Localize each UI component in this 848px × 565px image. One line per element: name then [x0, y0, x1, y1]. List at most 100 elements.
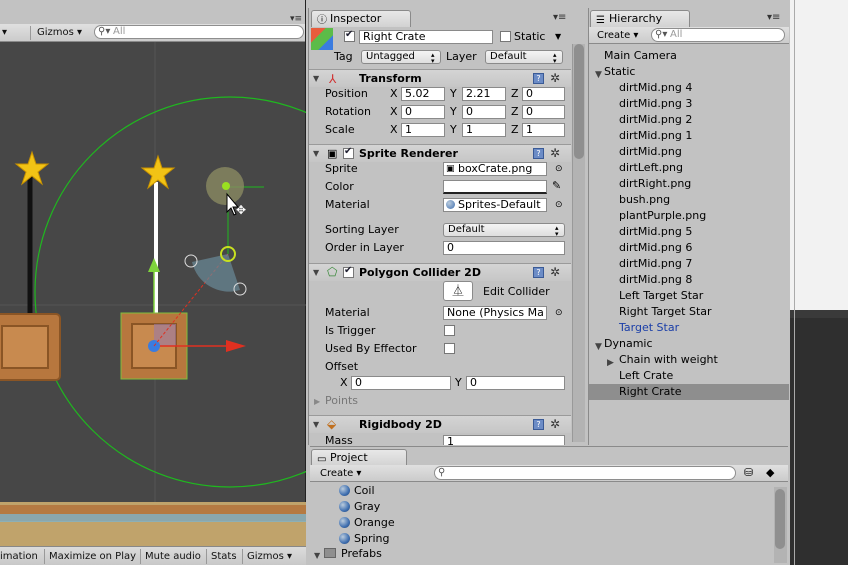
filter-by-type-icon[interactable]: ⛁ [744, 466, 753, 479]
folder-foldout-icon[interactable]: ▼ [314, 551, 320, 560]
y-axis-arrow-icon[interactable] [148, 258, 160, 272]
rotation-x-field[interactable]: 0 [401, 105, 445, 119]
gear-icon[interactable]: ✲ [550, 266, 560, 278]
collider-material-field[interactable]: None (Physics Ma [443, 306, 547, 320]
tab-inspector[interactable]: ⓘ Inspector [311, 10, 411, 27]
polygon-collider-header[interactable]: ▼ ⬠ Polygon Collider 2D ? ✲ [309, 263, 571, 281]
hierarchy-search-input[interactable]: ⚲▾ All [651, 28, 785, 42]
help-icon[interactable]: ? [533, 73, 544, 84]
offset-x-field[interactable]: 0 [351, 376, 451, 390]
help-icon[interactable]: ? [533, 419, 544, 430]
hierarchy-item[interactable]: plantPurple.png [589, 208, 789, 224]
project-item[interactable]: Orange [354, 516, 395, 530]
inspector-scrollbar-thumb[interactable] [574, 44, 584, 159]
help-icon[interactable]: ? [533, 148, 544, 159]
sorting-layer-dropdown[interactable]: Default [443, 223, 565, 237]
limit-handle[interactable] [184, 254, 198, 268]
hierarchy-item[interactable]: ▼ Dynamic [589, 336, 789, 352]
hierarchy-item[interactable]: dirtMid.png 5 [589, 224, 789, 240]
gizmos-dropdown[interactable]: Gizmos ▾ [30, 26, 82, 40]
layer-dropdown[interactable]: Default [485, 50, 563, 64]
filter-by-label-icon[interactable]: ◆ [766, 466, 774, 479]
hierarchy-item[interactable]: dirtRight.png [589, 176, 789, 192]
hierarchy-item[interactable]: Left Target Star [589, 288, 789, 304]
static-dropdown-icon[interactable]: ▼ [555, 30, 561, 44]
panel-menu-icon[interactable]: ▾≡ [767, 12, 780, 23]
hierarchy-item[interactable]: dirtMid.png 2 [589, 112, 789, 128]
hierarchy-item[interactable]: dirtMid.png 3 [589, 96, 789, 112]
x-axis-arrow-icon[interactable] [226, 340, 246, 352]
connected-anchor-handle[interactable] [222, 182, 230, 190]
hierarchy-item[interactable]: bush.png [589, 192, 789, 208]
panel-menu-icon[interactable]: ▾≡ [553, 12, 566, 23]
foldout-arrow-icon[interactable]: ▼ [313, 268, 319, 277]
scene-view[interactable]: ▾ Gizmos ▾ ⚲▾ All ✥ imation Maximize on … [0, 0, 306, 565]
tag-dropdown[interactable]: Untagged [361, 50, 441, 64]
project-scrollbar[interactable] [774, 487, 787, 563]
hierarchy-item[interactable]: dirtMid.png [589, 144, 789, 160]
project-scrollbar-thumb[interactable] [775, 489, 785, 549]
tab-project[interactable]: ▭ Project [311, 449, 407, 466]
active-checkbox[interactable] [344, 29, 355, 42]
eyedropper-icon[interactable]: ✎ [552, 179, 561, 193]
hierarchy-item[interactable]: dirtLeft.png [589, 160, 789, 176]
hierarchy-item[interactable]: ▶ Chain with weight [589, 352, 789, 368]
stats-button[interactable]: Stats [206, 549, 237, 564]
hierarchy-item[interactable]: Right Target Star [589, 304, 789, 320]
project-create-button[interactable]: Create ▾ [320, 467, 361, 480]
mass-field[interactable]: 1 [443, 435, 565, 445]
game-gizmos-button[interactable]: Gizmos ▾ [242, 549, 292, 564]
hierarchy-item[interactable]: Target Star [589, 320, 789, 336]
edit-collider-button[interactable]: ⏅ [443, 281, 473, 301]
material-field[interactable]: Sprites-Default [443, 198, 547, 212]
project-folder[interactable]: Prefabs [341, 547, 382, 561]
rotation-z-field[interactable]: 0 [522, 105, 565, 119]
maximize-on-play-button[interactable]: Maximize on Play [44, 549, 136, 564]
project-item[interactable]: Coil [354, 484, 375, 498]
help-icon[interactable]: ? [533, 267, 544, 278]
position-z-field[interactable]: 0 [522, 87, 565, 101]
animation-tab-label[interactable]: imation [0, 549, 38, 564]
rigidbody-header[interactable]: ▼ ⬙ Rigidbody 2D ? ✲ [309, 415, 571, 433]
hierarchy-item[interactable]: Main Camera [589, 48, 789, 64]
hierarchy-item[interactable]: dirtMid.png 7 [589, 256, 789, 272]
object-name-field[interactable]: Right Crate [359, 30, 493, 44]
scene-toolbar-arrow[interactable]: ▾ [2, 26, 7, 40]
color-field[interactable] [443, 180, 547, 194]
hierarchy-item[interactable]: Right Crate [589, 384, 789, 400]
object-picker-icon[interactable]: ⊙ [555, 306, 563, 320]
order-in-layer-field[interactable]: 0 [443, 241, 565, 255]
is-trigger-checkbox[interactable] [444, 325, 455, 336]
sprite-renderer-enabled-checkbox[interactable] [343, 146, 354, 159]
project-item[interactable]: Gray [354, 500, 380, 514]
hierarchy-item[interactable]: ▼ Static [589, 64, 789, 80]
offset-y-field[interactable]: 0 [466, 376, 565, 390]
hierarchy-item[interactable]: Left Crate [589, 368, 789, 384]
gear-icon[interactable]: ✲ [550, 72, 560, 84]
scale-x-field[interactable]: 1 [401, 123, 445, 137]
scene-search-input[interactable]: ⚲▾ All [94, 25, 304, 39]
used-by-effector-checkbox[interactable] [444, 343, 455, 354]
points-label[interactable]: Points [325, 394, 358, 408]
gear-icon[interactable]: ✲ [550, 418, 560, 430]
object-picker-icon[interactable]: ⊙ [555, 198, 563, 212]
inspector-scrollbar[interactable] [572, 44, 585, 442]
project-search-input[interactable]: ⚲ [434, 466, 736, 480]
position-y-field[interactable]: 2.21 [462, 87, 506, 101]
foldout-arrow-icon[interactable]: ▼ [313, 74, 319, 83]
hierarchy-item[interactable]: dirtMid.png 1 [589, 128, 789, 144]
panel-menu-icon[interactable]: ▾≡ [290, 14, 302, 24]
object-picker-icon[interactable]: ⊙ [555, 162, 563, 176]
hierarchy-item[interactable]: dirtMid.png 8 [589, 272, 789, 288]
project-item[interactable]: Spring [354, 532, 390, 546]
position-x-field[interactable]: 5.02 [401, 87, 445, 101]
polygon-collider-enabled-checkbox[interactable] [343, 265, 354, 278]
mute-audio-button[interactable]: Mute audio [140, 549, 201, 564]
foldout-arrow-icon[interactable]: ▼ [313, 149, 319, 158]
hierarchy-create-button[interactable]: Create ▾ [597, 29, 638, 42]
sprite-renderer-header[interactable]: ▼ ▣ Sprite Renderer ? ✲ [309, 144, 571, 162]
static-checkbox[interactable] [500, 31, 511, 42]
foldout-arrow-icon[interactable]: ▼ [313, 420, 319, 429]
scene-canvas[interactable]: ✥ [0, 42, 306, 546]
rotation-y-field[interactable]: 0 [462, 105, 506, 119]
